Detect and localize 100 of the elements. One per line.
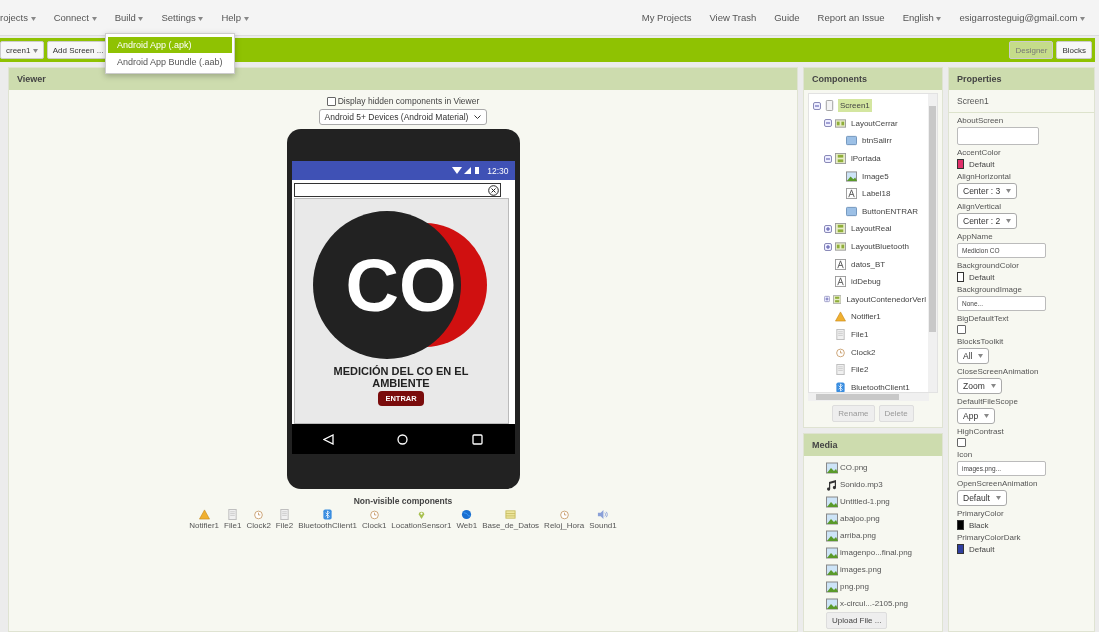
database-icon [505,509,517,520]
picture-icon [826,597,838,610]
expand-icon[interactable] [824,224,832,233]
file-name[interactable]: png.png [840,582,869,591]
tree-item[interactable]: idDebug [849,275,883,289]
file-name[interactable]: CO.png [840,463,868,472]
upload-button[interactable]: Upload File ... [826,612,888,629]
scrollbar[interactable] [928,94,937,392]
tree-item[interactable]: LayoutBluetooth [849,240,911,254]
horizontal-layout-icon [835,241,846,253]
mode-button[interactable]: Blocks [1056,41,1092,59]
file-name[interactable]: arriba.png [840,531,877,540]
tree-item[interactable]: LayoutCerrar [849,116,900,130]
file-name[interactable]: imagenpo...final.png [840,548,913,557]
picture-icon [826,461,838,474]
property-select[interactable]: Default [957,490,1007,506]
panel-title: Components [804,68,942,90]
tree-item[interactable]: Clock2 [849,345,878,359]
tree-item[interactable]: BluetoothClient1 [849,380,912,392]
close-icon[interactable] [487,184,499,196]
tree-item[interactable]: ButtonENTRAR [860,204,921,218]
alarm-clock-icon [368,509,380,520]
picture-icon [826,495,838,508]
input-field[interactable] [293,183,501,197]
menu-item[interactable]: English [902,12,942,23]
menu-item[interactable]: Guide [774,12,800,23]
tree-item[interactable]: Image5 [860,169,891,183]
file-name[interactable]: Untitled-1.png [840,497,890,506]
bluetooth-icon [322,509,334,520]
component-label: Web1 [456,521,478,530]
component-label: Notifier1 [189,521,220,530]
property-label: HighContrast [957,427,1004,436]
file-name[interactable]: x-circul...-2105.png [840,599,909,608]
color-value: Default [969,159,995,169]
tree-item[interactable]: File2 [849,363,871,377]
tree-item[interactable]: Screen1 [838,99,872,113]
property-label: AccentColor [957,148,1001,157]
caret-icon [995,496,1001,500]
property-select[interactable]: App [957,408,996,424]
device-select[interactable]: Android 5+ Devices (Android Material) [318,109,488,125]
screen-select[interactable]: creen1 [0,41,44,59]
property-select[interactable]: Center : 3 [957,183,1018,199]
property-select[interactable]: All [957,348,990,364]
expand-icon[interactable] [824,295,831,304]
property-label: PrimaryColor [957,509,1004,518]
vertical-layout-icon [835,153,846,165]
vertical-layout-icon [835,223,846,235]
home-icon[interactable] [397,433,409,445]
menu-item[interactable]: Report an Issue [817,12,885,23]
component-label: Reloj_Hora [544,521,585,530]
menu-item[interactable]: Build [114,12,144,23]
tree-item[interactable]: datos_BT [849,257,888,271]
menu-item[interactable]: View Trash [709,12,757,23]
checkbox[interactable] [957,325,966,334]
menu-option[interactable]: Android App Bundle (.aab) [108,54,232,70]
app-heading: MEDICIÓN DEL CO EN EL AMBIENTE [332,365,470,390]
document-icon [279,509,290,520]
globe-icon [461,509,473,520]
menu-item[interactable]: esigarrosteguig@gmail.com [959,12,1085,23]
color-value: Black [969,520,989,530]
tree-item[interactable]: btnSalirr [860,134,894,148]
menu-item[interactable]: Connect [53,12,97,23]
color-swatch[interactable] [957,520,964,530]
menu-item[interactable]: My Projects [641,12,692,23]
collapse-icon[interactable] [824,154,832,163]
tree-item[interactable]: Label18 [860,187,893,201]
back-icon[interactable] [323,433,335,445]
tree-item[interactable]: lPortada [849,152,883,166]
property-label: Icon [957,450,973,459]
checkbox[interactable] [957,438,966,447]
selected-component: Screen1 [949,90,1094,113]
tree-item[interactable]: File1 [849,328,871,341]
menu-item[interactable]: Help [221,12,249,23]
menu-item[interactable]: rojects [0,12,36,23]
checkbox-label: Display hidden components in Viewer [337,96,480,106]
caret-icon [32,48,38,53]
color-value: Default [969,544,995,554]
property-select[interactable]: Center : 2 [957,213,1018,229]
checkbox[interactable] [326,96,336,106]
component-label: Clock1 [361,521,387,530]
tree-item[interactable]: Notifier1 [849,310,883,324]
collapse-icon[interactable] [824,119,832,128]
caret-icon [198,17,204,21]
property-select[interactable]: Zoom [957,378,1002,394]
recents-icon[interactable] [471,433,483,445]
tree-item[interactable]: LayoutReal [849,222,894,236]
file-name[interactable]: images.png [840,565,882,574]
caret-icon [91,17,97,21]
color-swatch[interactable] [957,272,964,282]
color-swatch[interactable] [957,159,964,169]
phone-screen-icon [824,100,835,112]
file-name[interactable]: abajoo.png [840,514,880,523]
color-swatch[interactable] [957,544,964,554]
expand-icon[interactable] [824,242,832,251]
collapse-icon[interactable] [813,101,821,110]
tree-item[interactable]: LayoutContenedorVerl [844,292,928,306]
letter-a-icon [846,188,857,200]
horizontal-scrollbar[interactable] [808,393,929,401]
menu-item[interactable]: Settings [161,12,204,23]
file-name[interactable]: Sonido.mp3 [840,480,883,489]
